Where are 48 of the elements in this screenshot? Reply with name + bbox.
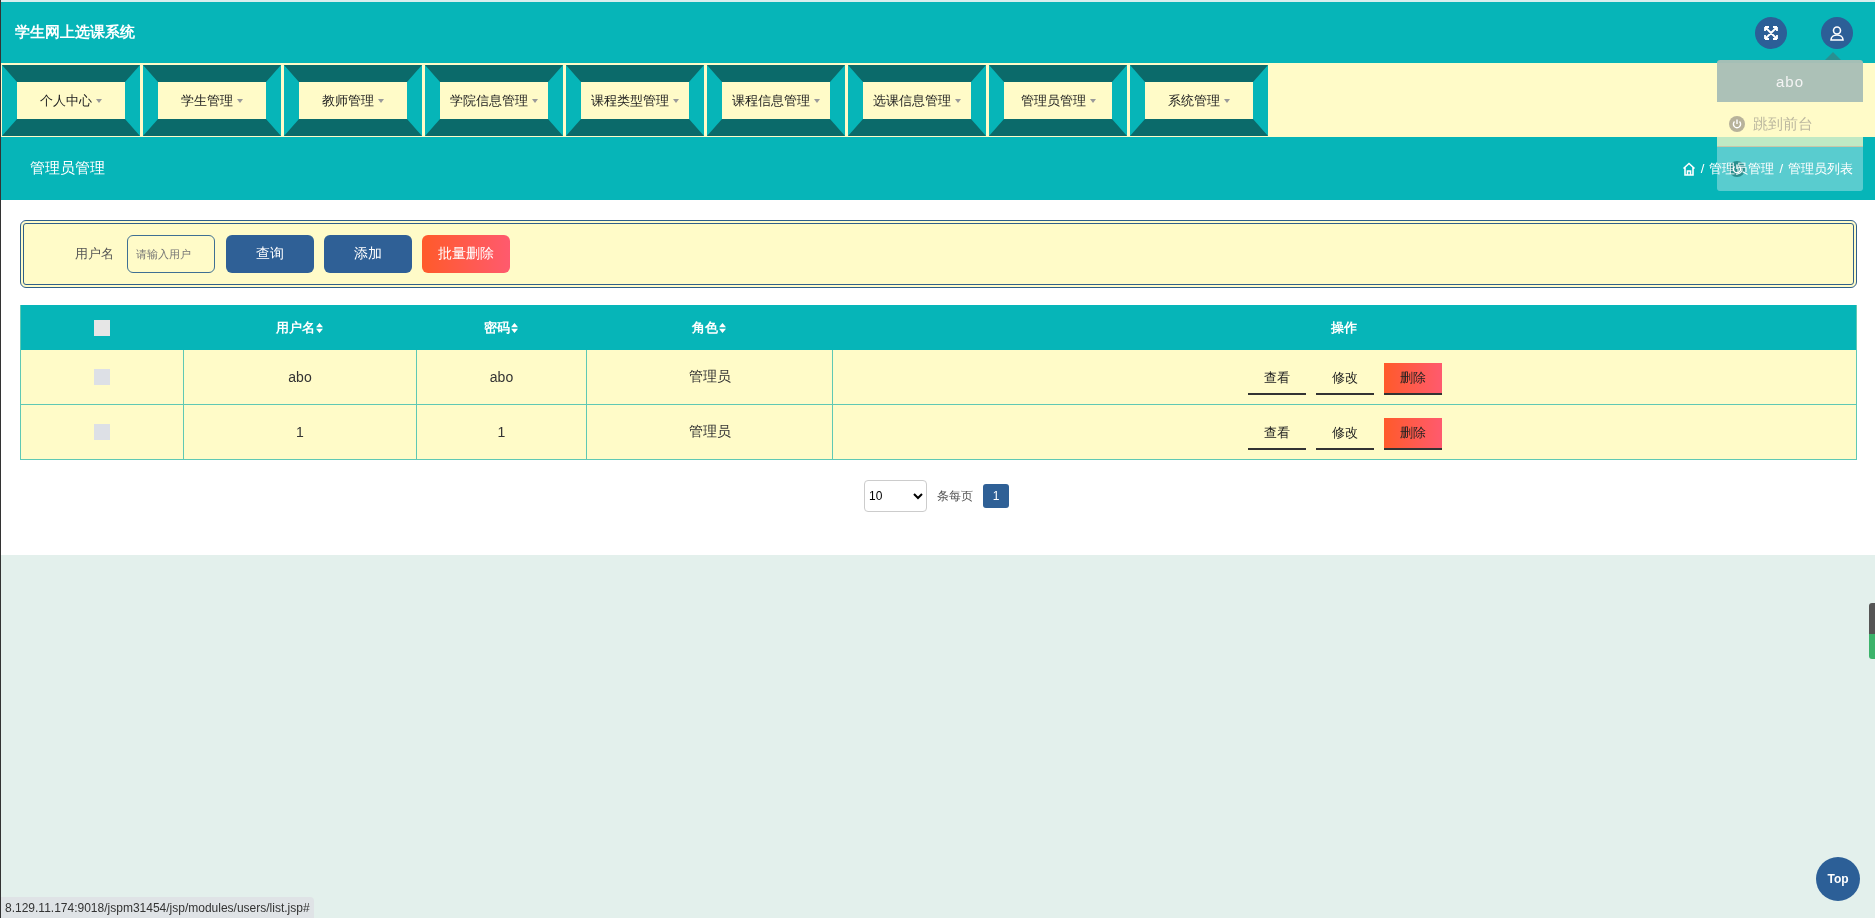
table-cell: 1 xyxy=(497,424,506,440)
power-icon xyxy=(1729,116,1745,132)
edit-button[interactable]: 修改 xyxy=(1315,418,1374,450)
fullscreen-icon[interactable] xyxy=(1755,16,1787,49)
caret-icon xyxy=(532,98,538,103)
menu-username: abo xyxy=(1717,60,1863,102)
breadcrumb-separator: / xyxy=(1779,161,1783,176)
sort-icon xyxy=(316,322,323,333)
caret-icon xyxy=(378,98,384,103)
menu-item-label: 跳到前台 xyxy=(1753,114,1813,134)
sort-icon xyxy=(719,322,726,333)
table-cell: 管理员 xyxy=(688,368,731,386)
status-url: 8.129.11.174:9018/jspm31454/jsp/modules/users/list.jsp# xyxy=(1,897,314,918)
caret-icon xyxy=(673,98,679,103)
scrollbar-thumb[interactable] xyxy=(1869,603,1875,659)
delete-button[interactable]: 删除 xyxy=(1383,418,1442,450)
caret-icon xyxy=(1089,98,1096,103)
per-page-label: 条每页 xyxy=(937,487,973,505)
username-input-field[interactable]: 请输入用户 xyxy=(127,235,215,273)
view-button[interactable]: 查看 xyxy=(1247,418,1306,450)
table-cell: abo xyxy=(288,369,312,385)
table-cell: abo xyxy=(489,369,514,385)
edit-button[interactable]: 修改 xyxy=(1315,363,1374,395)
page-title: 管理员管理 xyxy=(30,159,105,178)
row-checkbox[interactable] xyxy=(94,369,110,385)
field-label: 用户名 xyxy=(75,245,114,263)
sort-icon xyxy=(511,322,518,333)
caret-icon xyxy=(96,98,102,103)
delete-button[interactable]: 删除 xyxy=(1383,363,1442,395)
caret-icon xyxy=(1224,98,1230,103)
table-cell: 1 xyxy=(296,424,304,440)
back-to-top-button[interactable]: Top xyxy=(1816,857,1860,901)
breadcrumb-separator: / xyxy=(1700,161,1705,176)
caret-icon xyxy=(237,98,243,103)
user-icon[interactable] xyxy=(1821,16,1853,49)
action-button[interactable]: 查询 xyxy=(226,235,314,273)
page-size-select[interactable]: 10 xyxy=(864,480,927,512)
action-button[interactable]: 添加 xyxy=(324,235,412,273)
caret-icon xyxy=(814,98,820,103)
home-icon[interactable] xyxy=(1681,161,1696,176)
caret-icon xyxy=(955,98,961,103)
table-cell: 管理员 xyxy=(688,423,731,441)
view-button[interactable]: 查看 xyxy=(1247,363,1306,395)
dropdown-arrow xyxy=(1825,52,1841,60)
select-all-checkbox[interactable] xyxy=(94,319,110,336)
site-title: 学生网上选课系统 xyxy=(15,23,135,42)
page-button[interactable]: 1 xyxy=(983,484,1009,508)
row-checkbox[interactable] xyxy=(94,424,110,440)
